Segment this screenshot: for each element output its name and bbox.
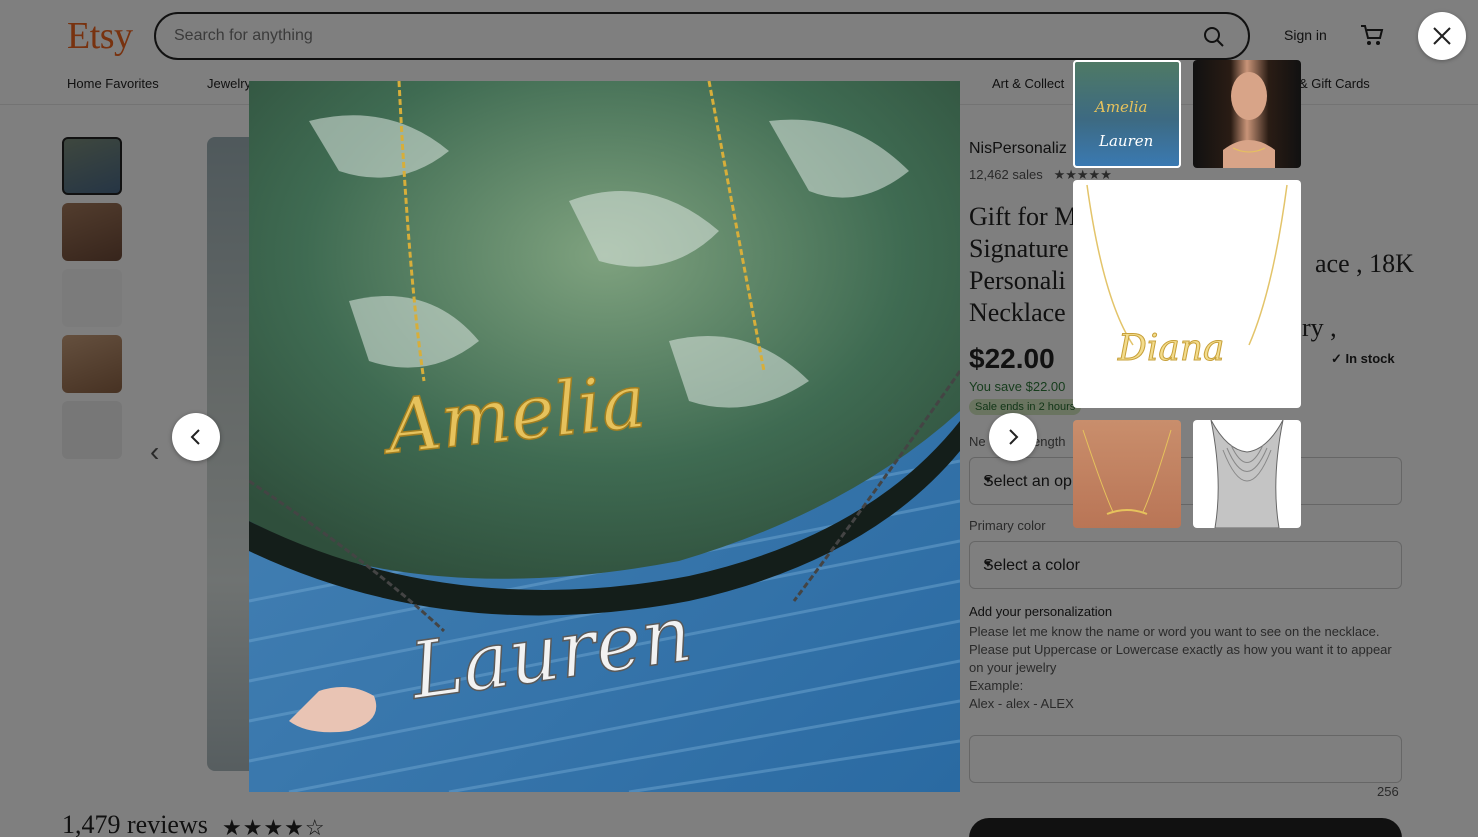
- lightbox-thumb-2[interactable]: [1193, 60, 1301, 168]
- lightbox-next-button[interactable]: [989, 413, 1037, 461]
- lightbox-thumb-1[interactable]: Amelia Lauren: [1073, 60, 1181, 168]
- lightbox-thumb-3[interactable]: Diana: [1073, 180, 1301, 408]
- lightbox-main-image: Amelia Lauren: [249, 81, 960, 792]
- lightbox-prev-button[interactable]: [172, 413, 220, 461]
- lightbox-thumb-4[interactable]: [1073, 420, 1181, 528]
- chevron-right-icon: [1009, 429, 1019, 445]
- lightbox-close-button[interactable]: [1418, 12, 1466, 60]
- large-thumb-name: Diana: [1117, 328, 1225, 369]
- lightbox-thumb-5[interactable]: [1193, 420, 1301, 528]
- chevron-left-icon: [190, 429, 200, 445]
- svg-text:Lauren: Lauren: [1098, 132, 1153, 150]
- svg-text:Amelia: Amelia: [1093, 98, 1147, 116]
- close-icon: [1433, 27, 1451, 45]
